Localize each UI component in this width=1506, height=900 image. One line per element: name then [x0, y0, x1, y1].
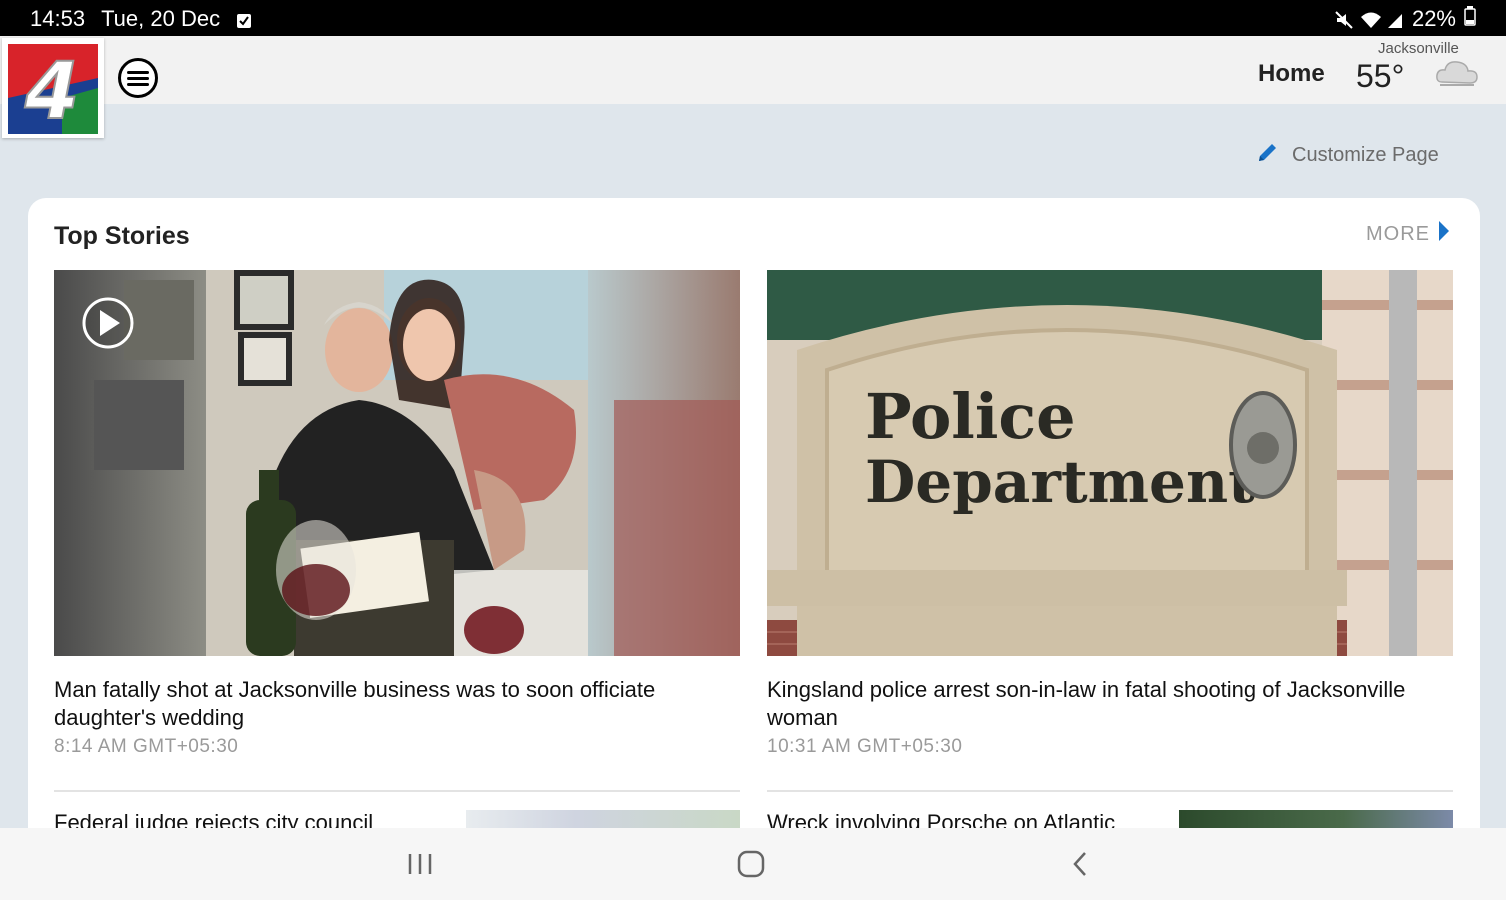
station-logo[interactable]: 4: [2, 38, 104, 138]
menu-button[interactable]: [118, 58, 158, 98]
battery-icon: [1464, 6, 1476, 32]
story-card[interactable]: Man fatally shot at Jacksonville busines…: [54, 270, 740, 758]
system-nav-bar: [0, 828, 1506, 900]
more-link[interactable]: MORE: [1366, 220, 1450, 248]
status-bar: 14:53 Tue, 20 Dec 22%: [0, 0, 1506, 36]
section-title: Top Stories: [54, 222, 190, 250]
mute-icon: [1334, 10, 1353, 29]
story-card[interactable]: Police Department Kingsland police arres…: [767, 270, 1453, 758]
story-image[interactable]: [54, 270, 740, 656]
pencil-icon: [1256, 140, 1280, 170]
customize-page-label: Customize Page: [1292, 143, 1439, 166]
play-icon[interactable]: [82, 297, 134, 349]
divider: [54, 790, 740, 792]
recents-icon[interactable]: [406, 846, 434, 887]
notification-check-icon: [236, 10, 254, 28]
home-circle-icon[interactable]: [736, 846, 766, 887]
customize-page-button[interactable]: Customize Page: [1256, 140, 1439, 170]
signal-icon: [1386, 10, 1404, 28]
cloud-icon[interactable]: [1434, 58, 1480, 93]
top-stories-card: Top Stories MORE Man fatally shot at Jac…: [28, 198, 1480, 878]
weather-city[interactable]: Jacksonville: [1378, 40, 1459, 57]
home-nav-label[interactable]: Home: [1258, 60, 1325, 88]
back-icon[interactable]: [1068, 846, 1092, 887]
status-time: 14:53: [30, 6, 86, 31]
status-date: Tue, 20 Dec: [101, 6, 221, 31]
story-headline[interactable]: Kingsland police arrest son-in-law in fa…: [767, 676, 1453, 732]
battery-level: 22%: [1411, 6, 1456, 31]
sign-department: Department: [865, 448, 1255, 516]
wifi-icon: [1360, 10, 1381, 28]
menu-icon: [127, 70, 149, 74]
weather-temperature[interactable]: 55°: [1356, 58, 1404, 95]
story-time: 10:31 AM GMT+05:30: [767, 736, 963, 757]
story-headline[interactable]: Man fatally shot at Jacksonville busines…: [54, 676, 740, 732]
more-label: MORE: [1366, 222, 1430, 245]
sign-police: Police: [865, 380, 1076, 453]
story-image[interactable]: Police Department: [767, 270, 1453, 656]
chevron-right-icon: [1438, 220, 1450, 248]
logo-four: 4: [24, 47, 79, 137]
divider: [767, 790, 1453, 792]
story-time: 8:14 AM GMT+05:30: [54, 736, 239, 757]
